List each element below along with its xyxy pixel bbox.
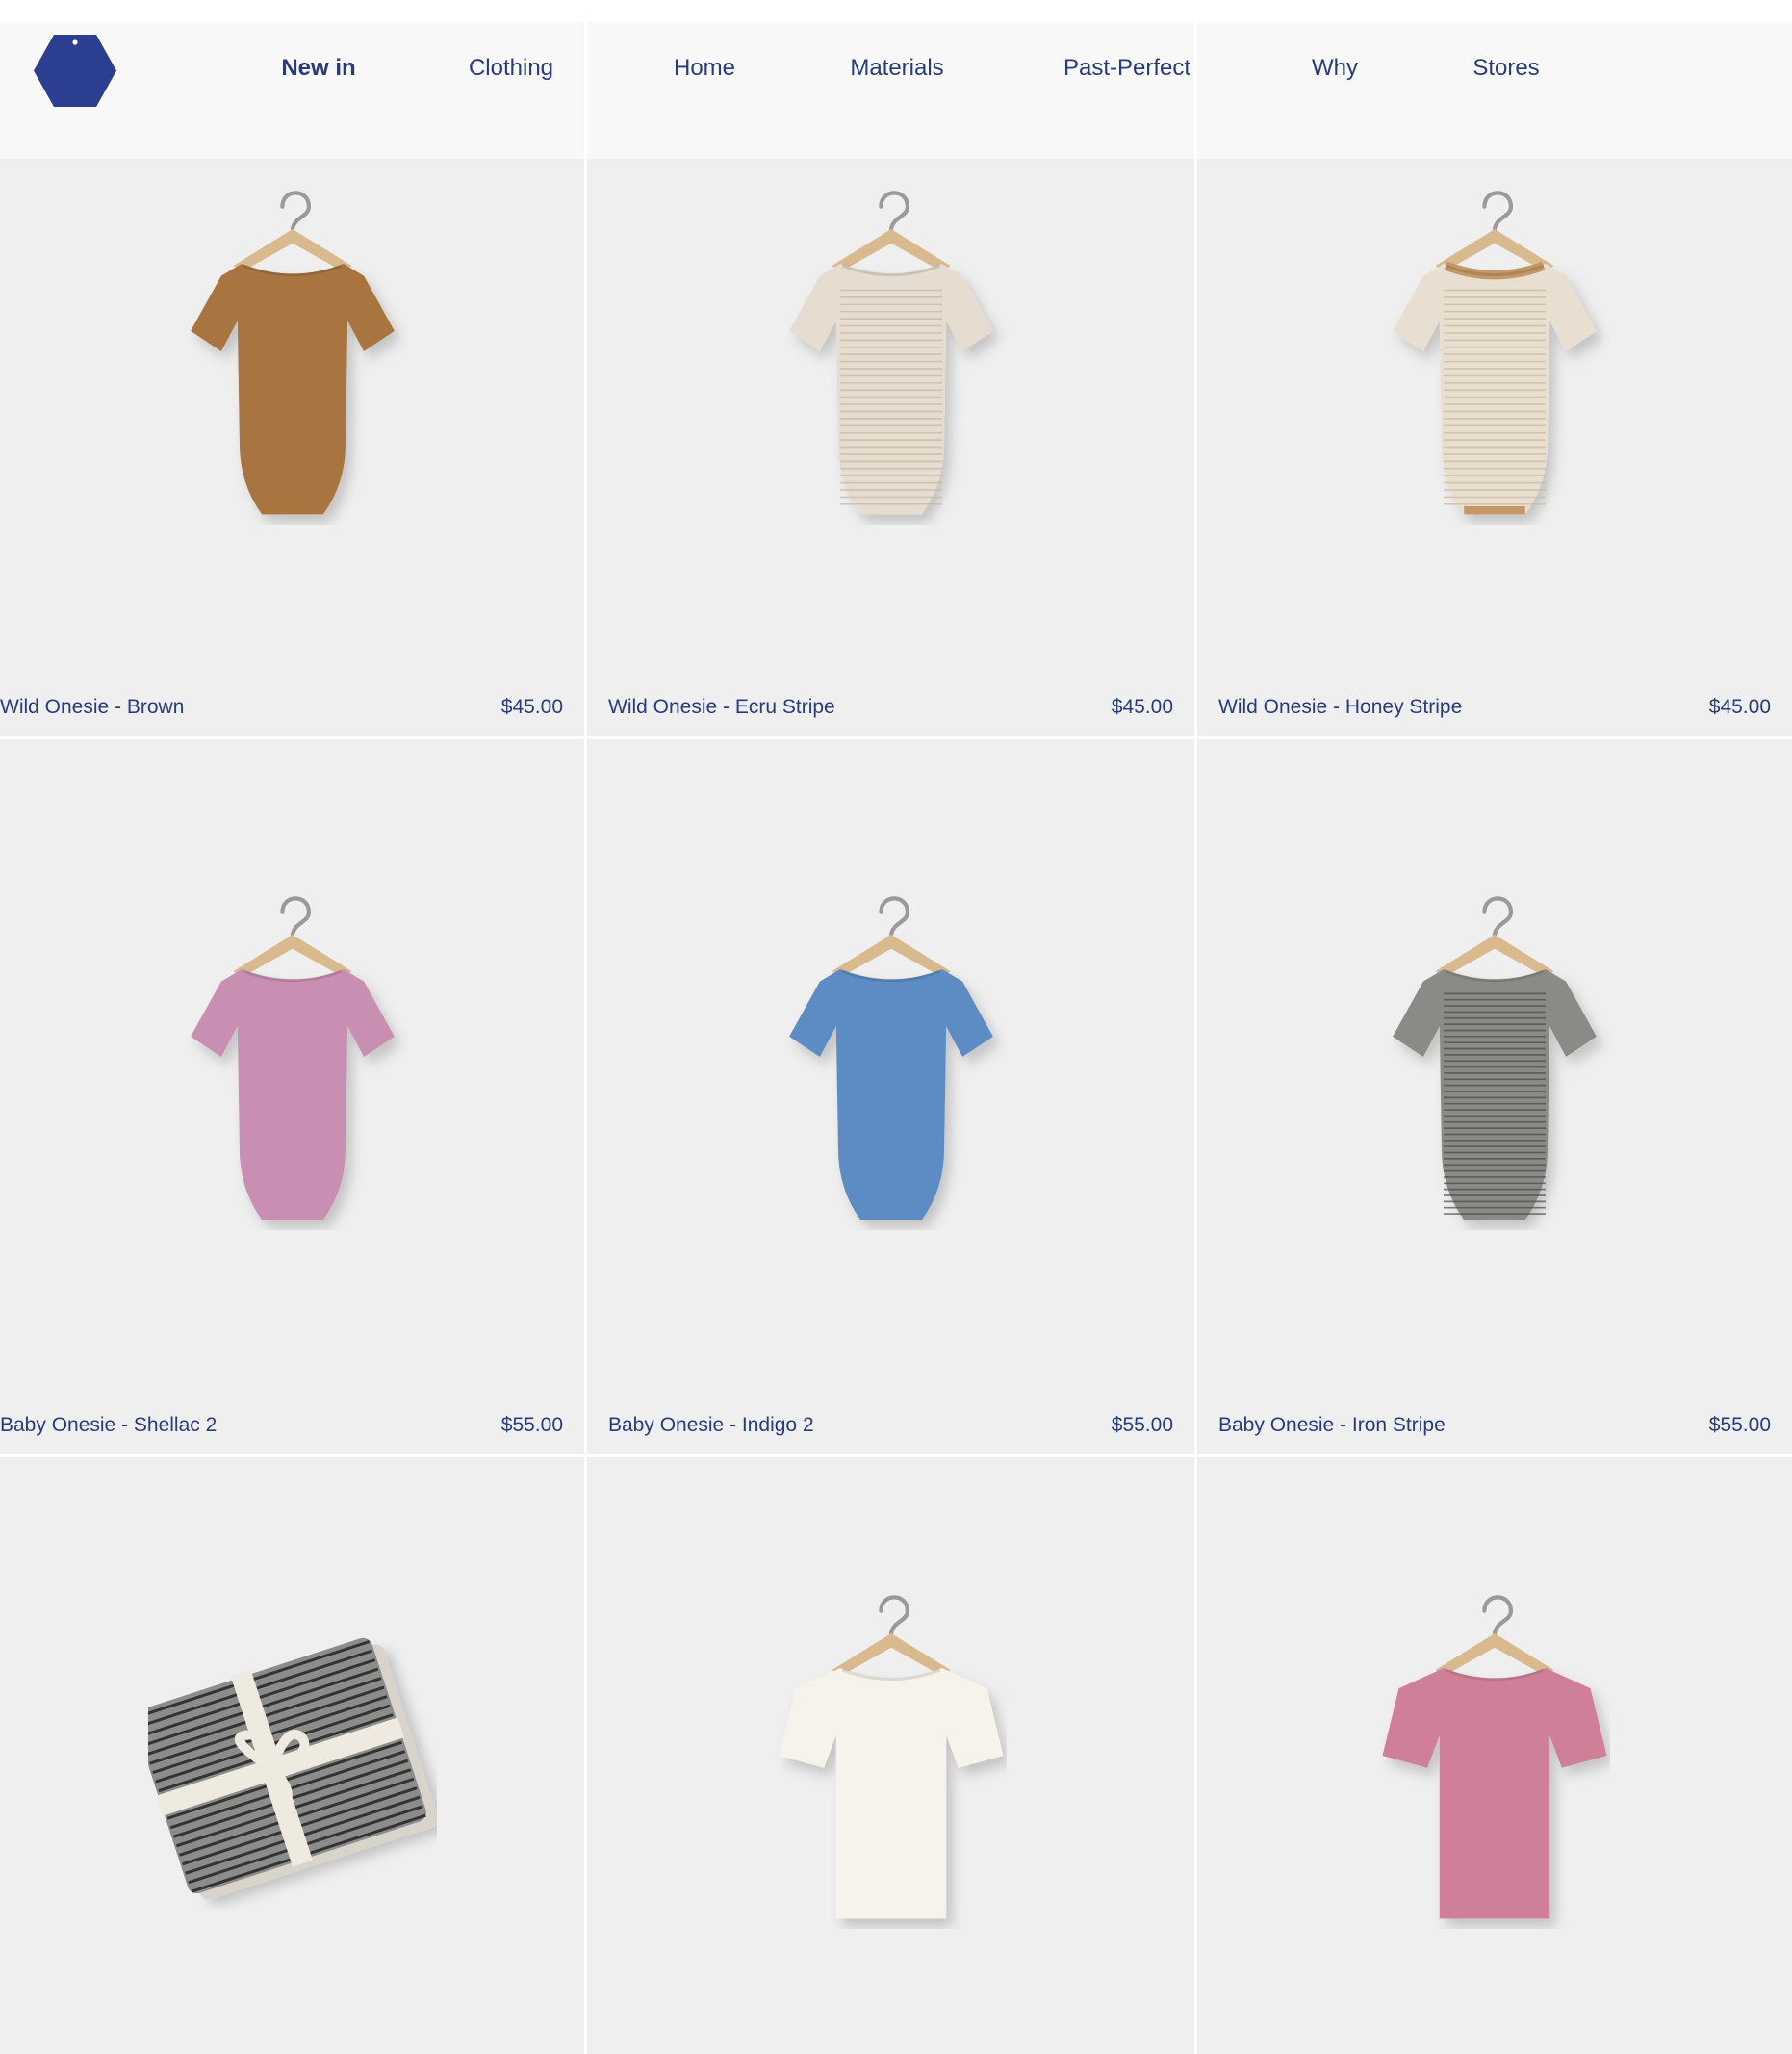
nav-home[interactable]: Home [674,55,735,82]
product-grid: Wild Onesie - Brown $45.00 Wild Onesie -… [0,159,1792,2054]
header-divider [584,22,587,159]
product-caption: Baby Onesie - Indigo 2 $55.00 [587,1412,1194,1439]
white-tee-image [779,1595,1003,1919]
product-price: $55.00 [1708,1414,1771,1436]
nav-past-perfect[interactable]: Past-Perfect [1063,55,1190,82]
product-price: $55.00 [500,1414,563,1436]
nav-new-in[interactable]: New in [281,55,355,82]
product-price: $45.00 [1111,696,1173,718]
shellac-onesie-image [190,896,395,1220]
brown-onesie-image [190,191,395,515]
product-name[interactable]: Wild Onesie - Brown [0,696,184,719]
product-name[interactable]: Baby Onesie - Shellac 2 [0,1414,217,1437]
product-name[interactable]: Baby Onesie - Indigo 2 [608,1414,814,1437]
header-divider [1194,22,1197,159]
site-header: New in Clothing Home Materials Past-Perf… [0,22,1792,159]
ecru-stripe-onesie-image [788,191,993,515]
product-caption: Wild Onesie - Honey Stripe $45.00 [1197,694,1792,721]
product-card[interactable]: Wild Onesie - Brown $45.00 [0,159,584,736]
iron-stripe-onesie-image [1393,896,1597,1220]
pink-tee-image [1382,1595,1607,1919]
product-card[interactable]: Wild Onesie - Honey Stripe $45.00 [1197,159,1792,736]
product-caption: Wild Onesie - Ecru Stripe $45.00 [587,694,1194,721]
product-name[interactable]: Wild Onesie - Ecru Stripe [608,696,835,719]
nav-stores[interactable]: Stores [1472,55,1539,82]
product-card[interactable]: Wild Onesie - Ecru Stripe $45.00 [587,159,1194,736]
nav-why[interactable]: Why [1312,55,1358,82]
nav-clothing[interactable]: Clothing [469,55,553,82]
product-card[interactable]: Baby Onesie - Shellac 2 $55.00 [0,739,584,1454]
product-name[interactable]: Wild Onesie - Honey Stripe [1218,696,1462,719]
product-card[interactable] [1197,1457,1792,2054]
page: New in Clothing Home Materials Past-Perf… [0,0,1792,2054]
product-card[interactable]: Baby Onesie - Iron Stripe $55.00 [1197,739,1792,1454]
product-card[interactable] [0,1457,584,2054]
product-card[interactable]: Baby Onesie - Indigo 2 $55.00 [587,739,1194,1454]
product-name[interactable]: Baby Onesie - Iron Stripe [1218,1414,1446,1437]
product-price: $55.00 [1111,1414,1173,1436]
product-caption: Wild Onesie - Brown $45.00 [0,694,584,721]
indigo-onesie-image [788,896,993,1220]
folded-bundle-image [147,1637,437,1900]
hexagon-logo-icon[interactable] [33,34,117,108]
product-card[interactable] [587,1457,1194,2054]
honey-stripe-onesie-image [1393,191,1597,515]
nav-materials[interactable]: Materials [850,55,943,82]
product-price: $45.00 [500,696,563,718]
product-caption: Baby Onesie - Shellac 2 $55.00 [0,1412,584,1439]
product-price: $45.00 [1708,696,1771,718]
product-caption: Baby Onesie - Iron Stripe $55.00 [1197,1412,1792,1439]
